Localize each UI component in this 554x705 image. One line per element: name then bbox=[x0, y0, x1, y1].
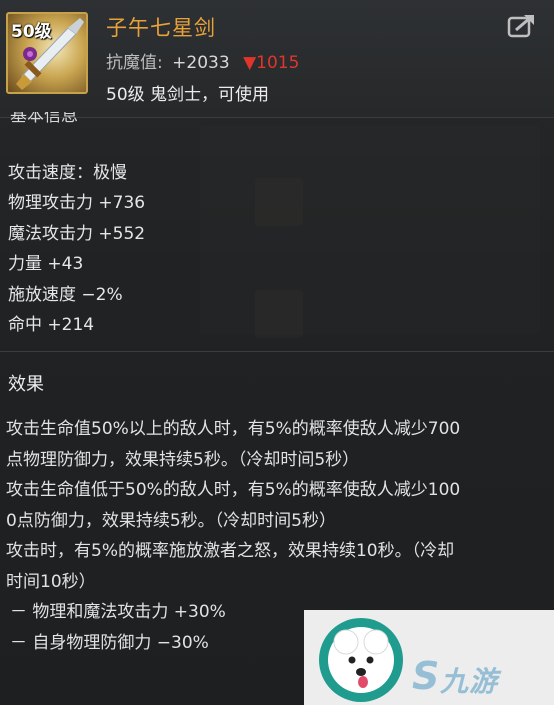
effect-line: 攻击生命值50%以上的敌人时，有5%的概率使敌人减少700 bbox=[6, 419, 461, 439]
stat-hit-rate: 命中 +214 bbox=[8, 314, 95, 335]
tooltip-header: 50级 子午七星剑 抗魔值: +2033 ▼1015 50级 鬼剑士，可使用 bbox=[0, 0, 554, 118]
stat-cast-speed: 施放速度 −2% bbox=[8, 284, 123, 305]
effect-line: 攻击时，有5%的概率施放激者之怒，效果持续10秒。（冷却 bbox=[6, 541, 455, 561]
stat-magic-attack: 魔法攻击力 +552 bbox=[8, 223, 146, 244]
stat-attack-speed: 攻击速度：极慢 bbox=[8, 163, 127, 183]
resist-label: 抗魔值: bbox=[106, 53, 163, 73]
stat-strength: 力量 +43 bbox=[8, 254, 84, 275]
resist-row: 抗魔值: +2033 ▼1015 bbox=[106, 48, 299, 73]
item-icon-frame[interactable]: 50级 bbox=[6, 12, 88, 94]
stats-list: 攻击速度：极慢 物理攻击力 +736 魔法攻击力 +552 力量 +43 施放速… bbox=[8, 158, 145, 340]
requirement-text: 50级 鬼剑士，可使用 bbox=[106, 85, 270, 105]
effect-line: 点物理防御力，效果持续5秒。（冷却时间5秒） bbox=[6, 449, 360, 470]
watermark-text: 九游 bbox=[440, 665, 499, 698]
effect-line: 0点防御力，效果持续5秒。（冷却时间5秒） bbox=[6, 510, 336, 531]
effect-line: 攻击生命值低于50%的敌人时，有5%的概率使敌人减少100 bbox=[6, 480, 461, 500]
dog-mascot-icon bbox=[319, 618, 403, 702]
basic-info-title: 基本信息 bbox=[10, 112, 78, 124]
resist-diff: ▼1015 bbox=[243, 53, 300, 73]
item-tooltip: 50级 子午七星剑 抗魔值: +2033 ▼1015 50级 鬼剑士，可使用 基… bbox=[0, 0, 554, 705]
background-ghost-panel bbox=[200, 125, 540, 335]
item-name: 子午七星剑 bbox=[106, 16, 216, 40]
share-icon bbox=[507, 15, 534, 38]
share-button[interactable] bbox=[506, 12, 536, 40]
resist-value: +2033 bbox=[172, 53, 230, 73]
site-watermark: S 九游 bbox=[304, 610, 554, 705]
level-badge: 50级 bbox=[11, 22, 52, 42]
section-divider bbox=[0, 351, 554, 352]
effect-line: 时间10秒） bbox=[6, 571, 96, 592]
watermark-s: S bbox=[412, 654, 440, 698]
effect-title: 效果 bbox=[8, 374, 44, 395]
stat-physical-attack: 物理攻击力 +736 bbox=[8, 193, 146, 214]
